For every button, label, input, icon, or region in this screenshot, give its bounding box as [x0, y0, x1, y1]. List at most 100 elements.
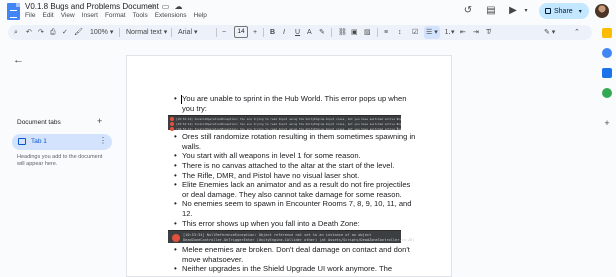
scrollbar[interactable] [590, 42, 596, 277]
paint-format-icon[interactable]: 🖌 [74, 26, 83, 39]
menu-bar: File Edit View Insert Format Tools Exten… [25, 12, 207, 19]
history-icon[interactable]: ↺ [462, 5, 474, 17]
cloud-status-icon[interactable]: ☁ [174, 2, 183, 11]
error-screenshot-2: [10:53:34] NullReferenceException: Objec… [168, 230, 415, 244]
decrease-indent-icon[interactable]: ⇤ [460, 26, 466, 39]
style-select[interactable]: Normal text ▾ [126, 26, 167, 39]
line-spacing-icon[interactable]: ↕ [398, 26, 402, 39]
search-menus-icon[interactable]: ⌕ [14, 26, 18, 39]
title-bar: V0.1.8 Bugs and Problems Document ☆ ▭ ☁ … [0, 0, 616, 24]
list-item[interactable]: Elite Enemies lack an animator and as a … [174, 180, 419, 199]
italic-icon[interactable]: I [283, 26, 285, 39]
tab-1[interactable]: Tab 1 ⋮ [12, 134, 112, 150]
menu-extensions[interactable]: Extensions [155, 12, 187, 19]
error-screenshot-1: [10:52:14] InvalidOperationException: Yo… [168, 115, 401, 131]
error-row: [10:52:14] InvalidOperationException: Yo… [168, 126, 401, 131]
numbered-list-icon[interactable]: ⒈▾ [444, 26, 455, 39]
menu-tools[interactable]: Tools [133, 12, 148, 19]
toolbar-divider [216, 28, 217, 37]
error-text: DeadZoneController.OnTriggerEnter (Unity… [183, 237, 415, 242]
error-icon [172, 233, 180, 242]
style-value: Normal text [126, 29, 162, 36]
editing-mode-icon[interactable]: ✎ ▾ [544, 26, 555, 39]
share-dropdown-icon[interactable]: ▾ [579, 8, 582, 15]
menu-insert[interactable]: Insert [82, 12, 98, 19]
back-arrow-icon[interactable]: ← [13, 54, 24, 66]
checklist-icon[interactable]: ☑ [412, 26, 418, 39]
add-comment-icon[interactable]: ▣ [351, 26, 358, 39]
increase-font-size-icon[interactable]: + [253, 26, 257, 39]
collapse-toolbar-icon[interactable]: ⌃ [574, 26, 580, 39]
share-button[interactable]: Share ▾ [539, 3, 589, 19]
add-ons-icon[interactable]: + [602, 118, 612, 128]
underline-icon[interactable]: U [295, 26, 300, 39]
error-icon [170, 116, 174, 121]
list-item[interactable]: You are unable to sprint in the Hub Worl… [174, 94, 419, 113]
list-item[interactable]: You start with all weapons in level 1 fo… [174, 151, 419, 161]
bold-icon[interactable]: B [270, 26, 275, 39]
error-count: 1 [396, 126, 398, 131]
add-tab-icon[interactable]: + [97, 116, 102, 126]
list-item[interactable]: The Rifle, DMR, and Pistol have no visua… [174, 171, 419, 181]
document-title[interactable]: V0.1.8 Bugs and Problems Document [25, 2, 159, 11]
star-icon[interactable]: ☆ [148, 2, 157, 11]
title-icons: ☆ ▭ ☁ [148, 2, 183, 11]
meet-icon[interactable]: ▶ [507, 5, 519, 17]
more-options-icon[interactable]: ⋮ [99, 136, 107, 145]
link-icon[interactable]: ⛓ [338, 26, 347, 39]
list-item[interactable]: This error shows up when you fall into a… [174, 219, 419, 229]
zoom-select[interactable]: 100% ▾ [90, 26, 113, 39]
menu-format[interactable]: Format [105, 12, 126, 19]
font-value: Arial [178, 29, 193, 36]
outline-hint: Headings you add to the document will ap… [17, 154, 103, 167]
list-item[interactable]: Ores still randomize rotation resulting … [174, 132, 419, 151]
document-body[interactable]: You are unable to sprint in the Hub Worl… [168, 94, 419, 274]
menu-file[interactable]: File [25, 12, 35, 19]
decrease-font-size-icon[interactable]: − [222, 26, 226, 39]
clear-formatting-icon[interactable]: T̸ [486, 26, 490, 39]
keep-icon[interactable] [602, 28, 612, 38]
toolbar-divider [377, 28, 378, 37]
insert-image-icon[interactable]: ▨ [364, 26, 371, 39]
document-page[interactable]: You are unable to sprint in the Hub Worl… [126, 55, 452, 277]
menu-view[interactable]: View [61, 12, 75, 19]
text-color-icon[interactable]: A [307, 26, 312, 39]
list-item-text: Melee enemies are broken. Don't deal dam… [182, 245, 410, 264]
avatar[interactable] [595, 4, 609, 18]
menu-edit[interactable]: Edit [42, 12, 53, 19]
increase-indent-icon[interactable]: ⇥ [473, 26, 479, 39]
side-panel: + [598, 24, 616, 277]
meet-dropdown-icon[interactable]: ▾ [520, 5, 532, 17]
font-select[interactable]: Arial ▾ [178, 26, 197, 39]
error-counts: 1 1 1 [396, 117, 398, 131]
print-icon[interactable]: ⎙ [50, 26, 56, 39]
comments-icon[interactable]: ▤ [485, 5, 497, 17]
share-label: Share [554, 7, 573, 15]
move-folder-icon[interactable]: ▭ [161, 2, 170, 11]
redo-icon[interactable]: ↷ [38, 26, 44, 39]
list-item[interactable]: No enemies seem to spawn in Encounter Ro… [174, 199, 419, 218]
align-icon[interactable]: ≡ [384, 26, 388, 39]
list-item-text: No enemies seem to spawn in Encounter Ro… [182, 199, 412, 218]
list-item[interactable]: Neither upgrades in the Shield Upgrade U… [174, 264, 419, 274]
undo-icon[interactable]: ↶ [26, 26, 32, 39]
tab-label: Tab 1 [31, 138, 47, 145]
docs-logo-icon[interactable] [7, 3, 20, 20]
bulleted-list-icon[interactable]: ☰ ▾ [424, 26, 440, 39]
error-lines: [10:53:34] NullReferenceException: Objec… [183, 233, 415, 242]
spellcheck-icon[interactable]: ✓ [62, 26, 68, 39]
maps-icon[interactable] [602, 88, 612, 98]
error-text: [10:52:14] InvalidOperationException: Yo… [176, 121, 401, 126]
document-outline-panel: ← Document tabs + Tab 1 ⋮ Headings you a… [0, 42, 120, 277]
zoom-value: 100% [90, 29, 108, 36]
list-item-text: Elite Enemies lack an animator and as a … [182, 180, 411, 199]
tasks-icon[interactable] [602, 48, 612, 58]
list-item[interactable]: Melee enemies are broken. Don't deal dam… [174, 245, 419, 264]
highlight-icon[interactable]: ✎ [319, 26, 325, 39]
list-item-text: There is no canvas attached to the altar… [182, 160, 395, 170]
error-icon [170, 126, 174, 131]
menu-help[interactable]: Help [194, 12, 207, 19]
contacts-icon[interactable] [602, 68, 612, 78]
font-size-input[interactable]: 14 [234, 26, 248, 38]
list-item[interactable]: There is no canvas attached to the altar… [174, 160, 419, 171]
